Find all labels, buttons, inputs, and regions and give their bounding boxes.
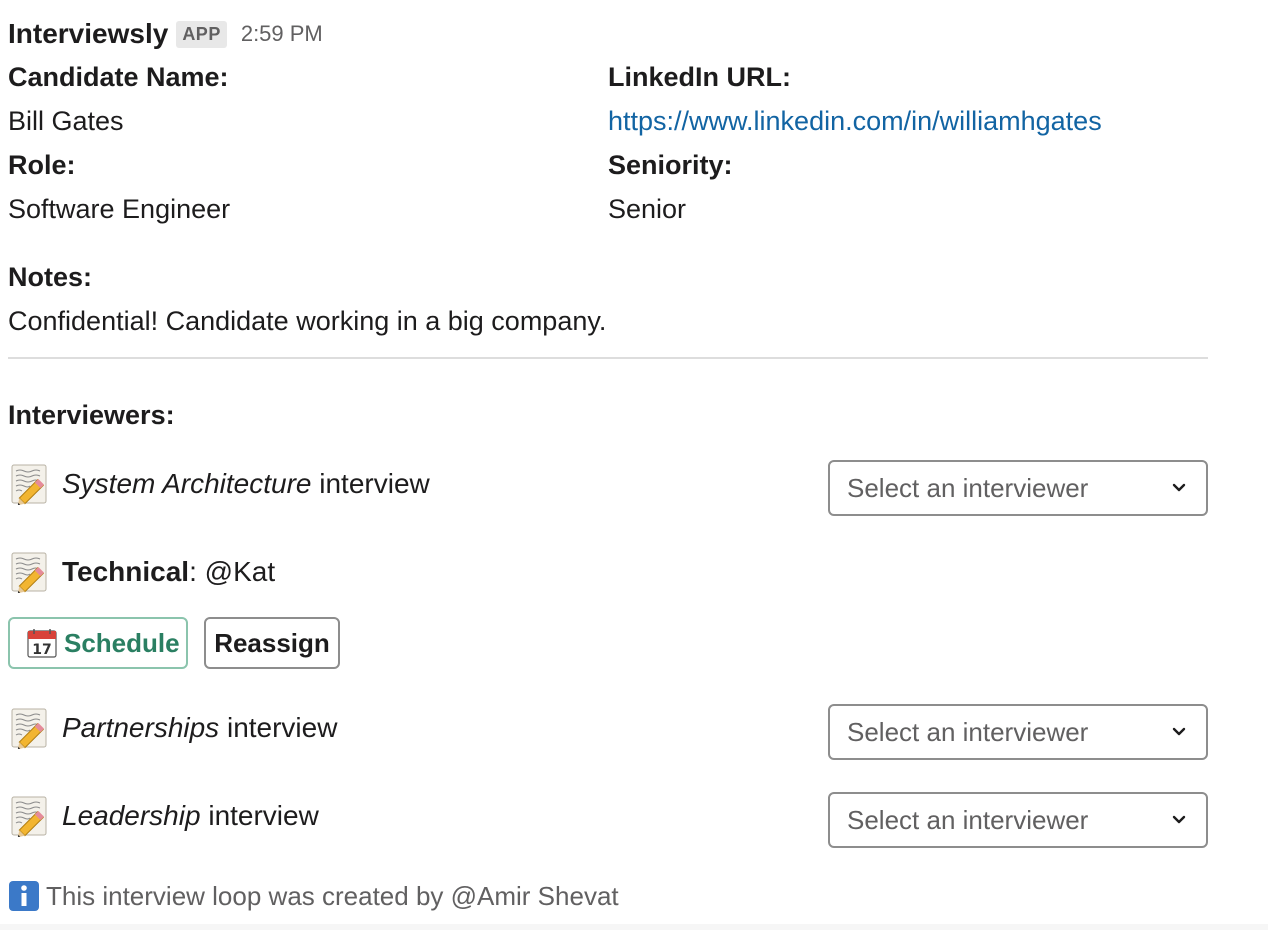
select-placeholder: Select an interviewer [847,472,1089,503]
app-name[interactable]: Interviewsly [8,18,168,50]
interview-row-technical: Technical: @Kat [8,548,275,596]
interview-suffix: interview [200,800,319,831]
interviewers-heading: Interviewers: [8,400,175,430]
schedule-button[interactable]: 17 Schedule [8,617,188,669]
interview-row-system-architecture: System Architecture interview [8,460,430,508]
interview-topic: Partnerships [62,712,220,743]
schedule-label: Schedule [64,627,180,658]
interview-topic: Leadership [62,800,201,831]
interviewer-select-partnerships[interactable]: Select an interviewer [828,704,1208,760]
reassign-button[interactable]: Reassign [204,617,340,669]
select-placeholder: Select an interviewer [847,716,1089,747]
linkedin-link[interactable]: https://www.linkedin.com/in/williamhgate… [608,105,1102,137]
calendar-icon: 17 [27,629,57,658]
candidate-name-label: Candidate Name: [8,62,229,92]
divider [8,357,1208,359]
chevron-down-icon [1172,815,1186,824]
interview-suffix: interview [311,468,430,499]
interviewer-select-system-architecture[interactable]: Select an interviewer [828,460,1208,516]
bottom-strip [0,924,1268,930]
chevron-down-icon [1172,483,1186,492]
notes-label: Notes: [8,262,93,292]
interview-suffix: interview [219,712,338,743]
notes-value: Confidential! Candidate working in a big… [8,306,607,336]
memo-icon [10,707,50,749]
interview-assignee: : @Kat [189,556,276,587]
linkedin-label: LinkedIn URL: [608,62,791,92]
info-icon [9,881,39,911]
reassign-label: Reassign [214,627,330,658]
memo-icon [10,795,50,837]
seniority-label: Seniority: [608,150,733,180]
timestamp[interactable]: 2:59 PM [241,21,323,47]
role-value: Software Engineer [8,194,231,224]
interview-topic: System Architecture [62,468,312,499]
chevron-down-icon [1172,727,1186,736]
interview-topic: Technical [62,556,190,587]
interview-row-leadership: Leadership interview [8,792,319,840]
memo-icon [10,463,50,505]
candidate-name-value: Bill Gates [8,106,124,136]
footer-text: This interview loop was created by @Amir… [46,880,619,911]
role-label: Role: [8,150,76,180]
app-badge: APP [176,20,227,48]
interviewer-select-leadership[interactable]: Select an interviewer [828,792,1208,848]
memo-icon [10,551,50,593]
svg-text:17: 17 [32,642,51,658]
seniority-value: Senior [608,194,687,224]
interview-row-partnerships: Partnerships interview [8,704,337,752]
select-placeholder: Select an interviewer [847,804,1089,835]
message-header: Interviewsly APP 2:59 PM [8,14,323,54]
context-footer: This interview loop was created by @Amir… [8,878,619,914]
